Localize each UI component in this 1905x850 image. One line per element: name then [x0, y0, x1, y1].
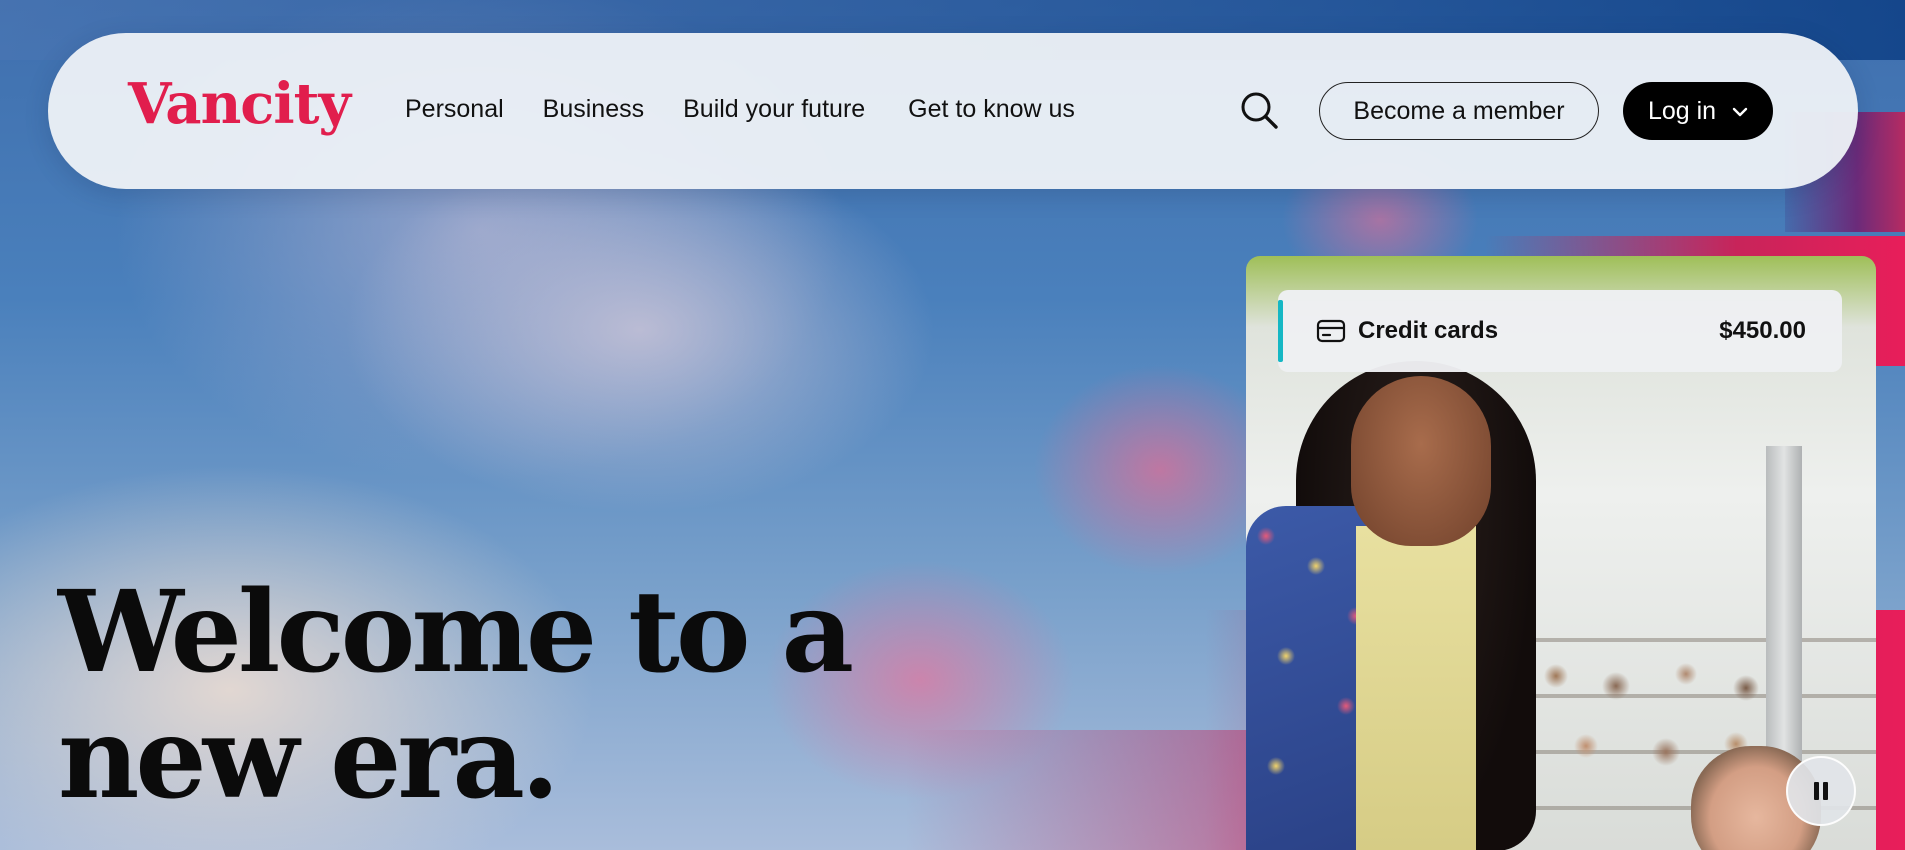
nav-item-get-to-know-us[interactable]: Get to know us — [908, 95, 1075, 124]
person-scarf-image — [1356, 526, 1476, 850]
person-face-image — [1351, 376, 1491, 546]
credit-card-amount: $450.00 — [1719, 317, 1806, 344]
login-label: Log in — [1647, 96, 1717, 125]
credit-card-icon — [1316, 319, 1346, 343]
login-button[interactable]: Log in — [1623, 82, 1773, 140]
hero-video: Credit cards $450.00 — [1246, 256, 1876, 850]
vancity-logo[interactable]: Vancity — [128, 71, 351, 137]
chevron-down-icon — [1732, 107, 1748, 117]
nav-item-business[interactable]: Business — [543, 95, 644, 124]
become-member-button[interactable]: Become a member — [1319, 82, 1599, 140]
hero-title: Welcome to a new era. — [58, 567, 854, 824]
credit-card-label: Credit cards — [1358, 317, 1499, 344]
nav-item-build-your-future[interactable]: Build your future — [683, 95, 865, 124]
accent-bar — [1278, 300, 1283, 362]
site-header: Vancity Personal Business Build your fut… — [48, 33, 1858, 189]
main-nav: Personal Business Build your future Get … — [405, 95, 1075, 124]
search-icon — [1241, 92, 1278, 129]
search-button[interactable] — [1238, 89, 1282, 133]
hero-title-line-1: Welcome to a — [58, 567, 854, 698]
credit-card-overlay: Credit cards $450.00 — [1278, 290, 1842, 372]
hero-title-line-2: new era. — [58, 693, 560, 824]
pause-button[interactable] — [1786, 756, 1856, 826]
nav-item-personal[interactable]: Personal — [405, 95, 504, 124]
pause-icon — [1814, 782, 1828, 800]
